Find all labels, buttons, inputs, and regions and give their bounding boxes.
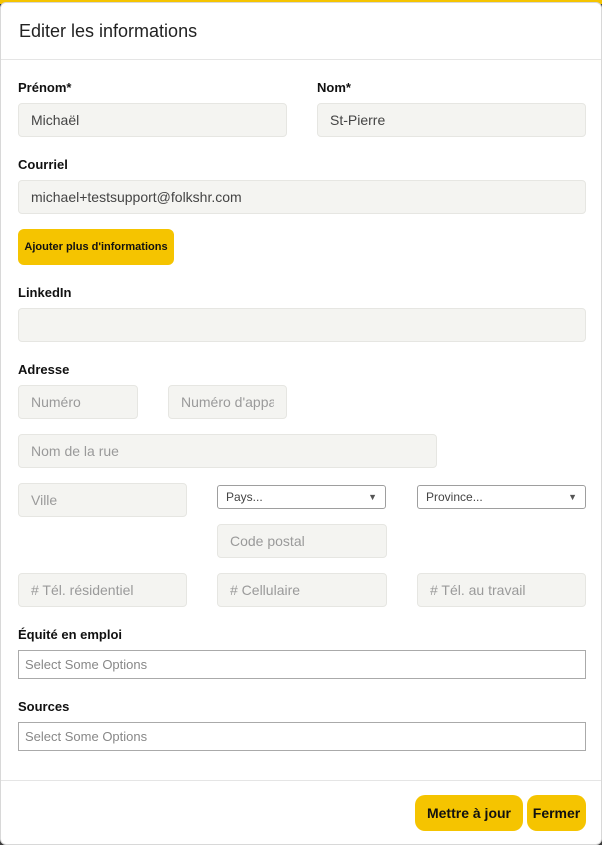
equite-label: Équité en emploi [18, 627, 123, 642]
courriel-label: Courriel [18, 157, 68, 172]
sources-placeholder: Select Some Options [25, 729, 148, 744]
modal-title: Editer les informations [19, 20, 198, 41]
modal-header: Editer les informations [1, 3, 601, 60]
caret-down-icon: ▼ [568, 492, 577, 502]
nom-label: Nom* [317, 80, 351, 95]
caret-down-icon: ▼ [368, 492, 377, 502]
code-postal-input[interactable] [217, 524, 387, 558]
pays-select-value: Pays... [226, 490, 263, 504]
modal-footer: Mettre à jour Fermer [1, 780, 601, 844]
nom-input[interactable] [317, 103, 586, 137]
prenom-label: Prénom* [18, 80, 72, 95]
equite-multiselect[interactable]: Select Some Options [18, 650, 586, 679]
sources-label: Sources [18, 699, 70, 714]
edit-info-modal: Editer les informations Prénom* Nom* Cou… [0, 2, 602, 845]
update-button[interactable]: Mettre à jour [415, 795, 523, 831]
appartement-input[interactable] [168, 385, 287, 419]
prenom-input[interactable] [18, 103, 287, 137]
tel-residentiel-input[interactable] [18, 573, 187, 607]
modal-body: Prénom* Nom* Courriel Ajouter plus d'inf… [1, 60, 601, 780]
pays-select[interactable]: Pays... ▼ [217, 485, 386, 509]
close-button[interactable]: Fermer [527, 795, 586, 831]
numero-input[interactable] [18, 385, 138, 419]
province-select[interactable]: Province... ▼ [417, 485, 586, 509]
equite-placeholder: Select Some Options [25, 657, 148, 672]
rue-input[interactable] [18, 434, 437, 468]
ville-input[interactable] [18, 483, 187, 517]
linkedin-label: LinkedIn [18, 285, 72, 300]
add-more-info-button[interactable]: Ajouter plus d'informations [18, 229, 174, 265]
tel-travail-input[interactable] [417, 573, 586, 607]
courriel-input[interactable] [18, 180, 586, 214]
sources-multiselect[interactable]: Select Some Options [18, 722, 586, 751]
linkedin-input[interactable] [18, 308, 586, 342]
cellulaire-input[interactable] [217, 573, 387, 607]
province-select-value: Province... [426, 490, 483, 504]
adresse-label: Adresse [18, 362, 70, 377]
